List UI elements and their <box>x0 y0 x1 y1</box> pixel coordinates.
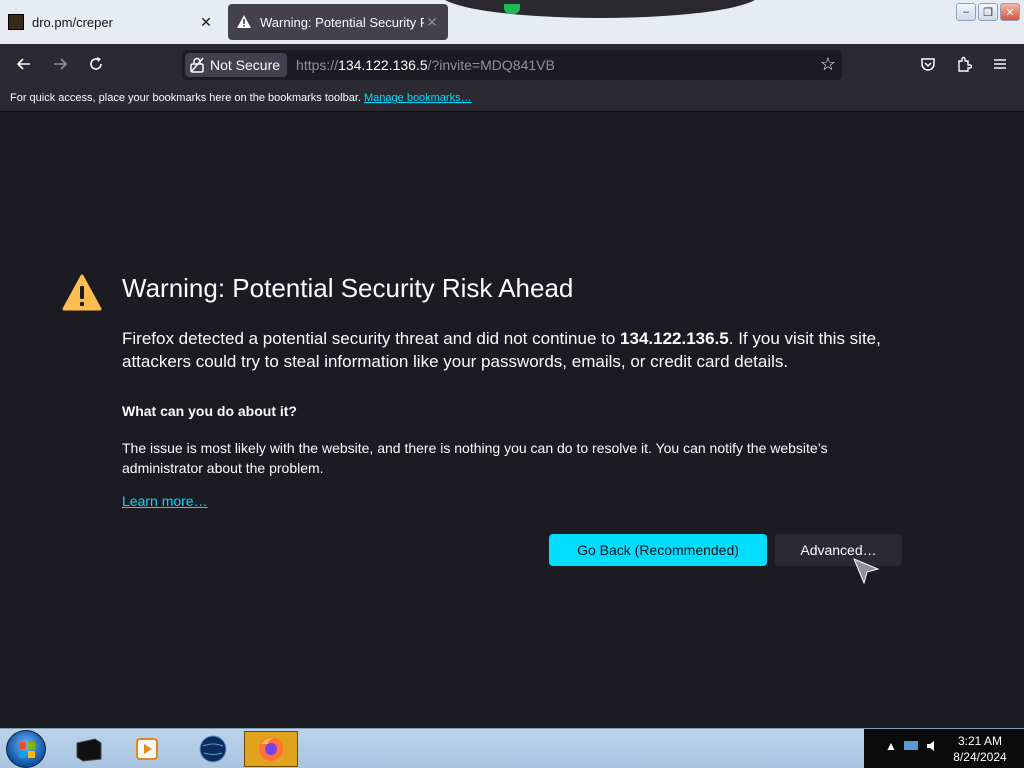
background-artwork <box>440 0 760 18</box>
extensions-icon[interactable] <box>948 48 980 80</box>
tab-close-icon[interactable]: ✕ <box>424 14 440 31</box>
tab-security-warning[interactable]: Warning: Potential Security Risk ✕ <box>228 4 448 40</box>
minimize-button[interactable]: – <box>956 3 976 21</box>
taskbar-app-terminal[interactable] <box>62 731 116 767</box>
navigation-toolbar: Not Secure https://134.122.136.5/?invite… <box>0 44 1024 84</box>
subheading: What can you do about it? <box>122 403 297 419</box>
tab-creeper[interactable]: dro.pm/creper ✕ <box>0 4 222 40</box>
bookmarks-hint: For quick access, place your bookmarks h… <box>10 92 361 104</box>
start-button[interactable] <box>6 730 46 768</box>
back-arrow-icon[interactable] <box>8 48 40 80</box>
go-back-button[interactable]: Go Back (Recommended) <box>549 534 767 566</box>
pocket-icon[interactable] <box>912 48 944 80</box>
green-decoration <box>504 4 520 14</box>
description-host: 134.122.136.5 <box>620 329 729 348</box>
tab-title: Warning: Potential Security Risk <box>260 14 424 30</box>
warning-icon <box>62 274 102 311</box>
page-title: Warning: Potential Security Risk Ahead <box>122 273 574 303</box>
error-page: Warning: Potential Security Risk Ahead F… <box>0 113 1024 728</box>
forward-arrow-icon[interactable] <box>44 48 76 80</box>
clock-date: 8/24/2024 <box>953 750 1007 764</box>
close-window-button[interactable]: ✕ <box>1000 3 1020 21</box>
url-bar[interactable]: Not Secure https://134.122.136.5/?invite… <box>182 50 842 80</box>
bookmarks-toolbar: For quick access, place your bookmarks h… <box>0 84 1024 112</box>
clock[interactable]: 3:21 AM 8/24/2024 <box>940 733 1020 765</box>
reload-icon[interactable] <box>80 48 112 80</box>
explanation-text: The issue is most likely with the websit… <box>122 440 828 476</box>
broken-lock-icon <box>190 57 204 73</box>
windows-logo-icon <box>19 742 35 758</box>
taskbar-app-browser[interactable] <box>186 731 240 767</box>
not-secure-badge[interactable]: Not Secure <box>185 53 288 77</box>
warning-favicon-icon <box>237 15 251 28</box>
manage-bookmarks-link[interactable]: Manage bookmarks… <box>364 92 472 104</box>
hamburger-menu-icon[interactable] <box>984 48 1016 80</box>
site-favicon-icon <box>8 14 24 30</box>
advanced-button[interactable]: Advanced… <box>775 534 902 566</box>
firefox-icon <box>259 737 283 761</box>
learn-more-link[interactable]: Learn more… <box>122 493 208 509</box>
mouse-cursor-icon <box>853 558 880 585</box>
taskbar: ▲ 3:21 AM 8/24/2024 <box>0 728 1024 768</box>
url-host: 134.122.136.5 <box>338 57 428 73</box>
taskbar-app-media-player[interactable] <box>120 731 174 767</box>
warning-description: Firefox detected a potential security th… <box>122 327 912 373</box>
tab-close-icon[interactable]: ✕ <box>198 14 214 31</box>
tab-strip: dro.pm/creper ✕ Warning: Potential Secur… <box>0 0 1024 44</box>
volume-icon[interactable] <box>925 739 939 753</box>
window-controls: – ❐ ✕ <box>956 3 1020 21</box>
show-hidden-icons-icon[interactable]: ▲ <box>885 739 897 753</box>
clock-time: 3:21 AM <box>957 734 1003 748</box>
url-scheme: https:// <box>296 57 339 73</box>
dark-box-icon <box>76 738 102 762</box>
bookmark-star-icon[interactable]: ☆ <box>820 54 836 75</box>
taskbar-app-firefox[interactable] <box>244 731 298 767</box>
tab-title: dro.pm/creper <box>32 14 113 30</box>
url-text[interactable]: https://134.122.136.5/?invite=MDQ841VB <box>296 57 555 73</box>
restore-button[interactable]: ❐ <box>978 3 998 21</box>
globe-icon <box>199 735 227 763</box>
url-path: /?invite=MDQ841VB <box>427 57 555 73</box>
description-text: Firefox detected a potential security th… <box>122 329 621 348</box>
not-secure-label: Not Secure <box>210 57 281 73</box>
media-player-icon <box>136 738 158 760</box>
toolbar-right <box>912 48 1016 80</box>
network-icon[interactable] <box>903 739 919 753</box>
tray-icons: ▲ <box>885 739 939 753</box>
